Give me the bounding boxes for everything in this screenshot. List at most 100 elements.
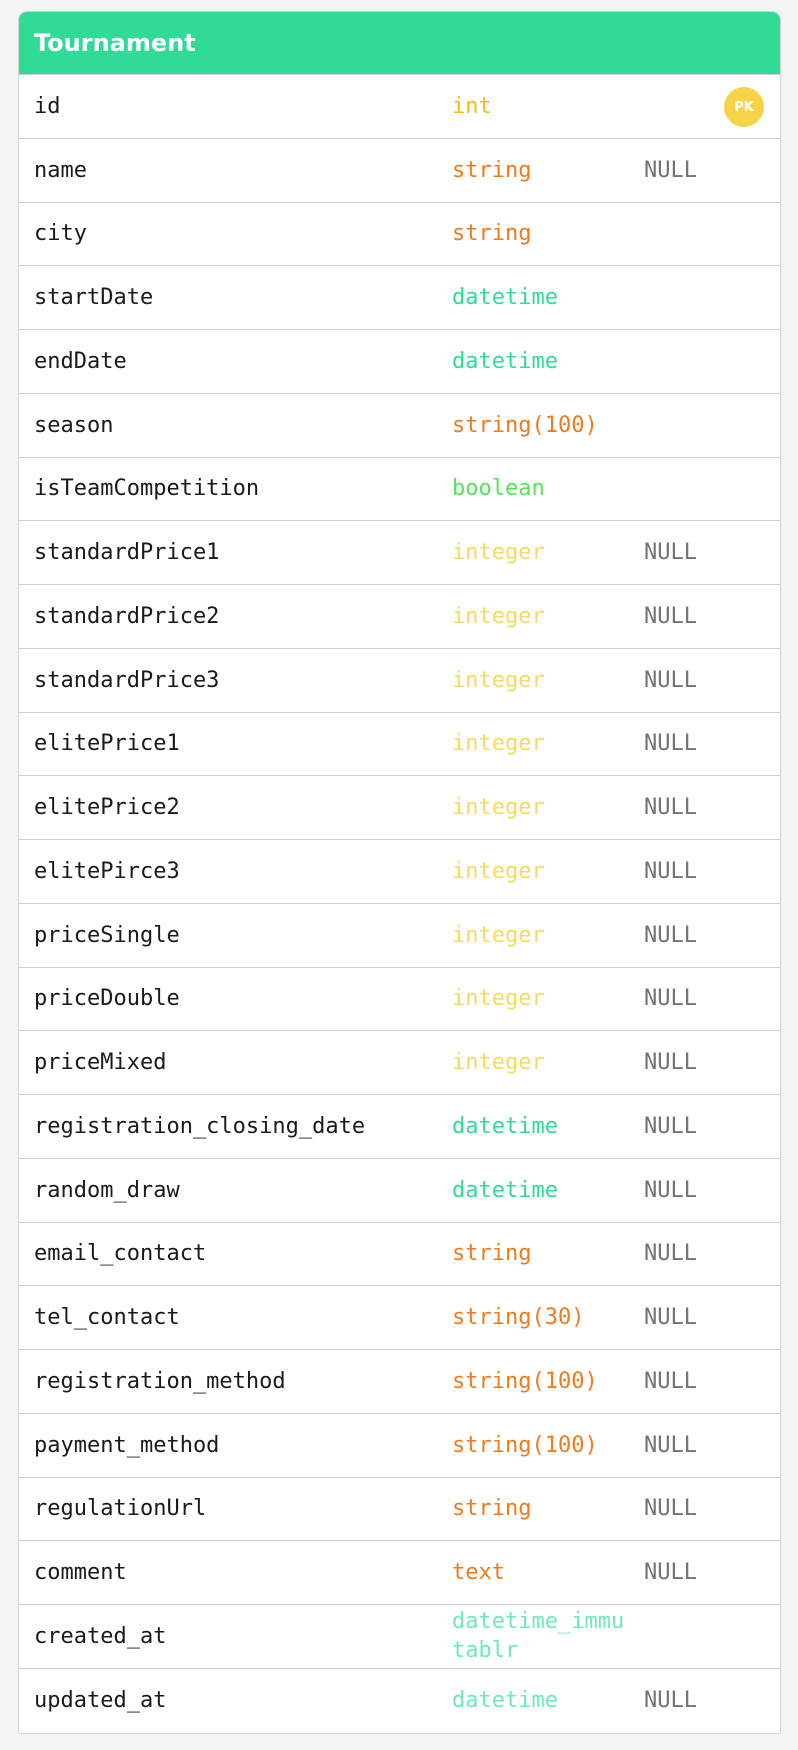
nullable-label: NULL	[644, 986, 697, 1012]
field-name: standardPrice1	[34, 540, 220, 566]
table-title: Tournament	[34, 29, 196, 57]
field-row-tel-contact[interactable]: tel_contact string(30) NULL	[19, 1286, 780, 1350]
field-row-eliteprice2[interactable]: elitePrice2 integer NULL	[19, 776, 780, 840]
field-type: string	[452, 1241, 532, 1267]
tournament-table: Tournament id int PK name string NULL city stri…	[18, 11, 781, 1734]
field-name: elitePirce3	[34, 858, 180, 884]
field-type: integer	[452, 540, 545, 566]
field-name: tel_contact	[34, 1305, 180, 1331]
field-name: elitePrice1	[34, 731, 180, 757]
field-row-startdate[interactable]: startDate datetime	[19, 266, 780, 330]
field-type: text	[452, 1560, 505, 1586]
field-name: city	[34, 221, 87, 247]
field-row-pricedouble[interactable]: priceDouble integer NULL	[19, 968, 780, 1032]
nullable-label: NULL	[644, 795, 697, 821]
nullable-label: NULL	[644, 1496, 697, 1522]
field-name: isTeamCompetition	[34, 476, 260, 502]
field-type: string	[452, 157, 532, 183]
field-row-season[interactable]: season string(100)	[19, 394, 780, 458]
field-name: created_at	[34, 1623, 167, 1649]
field-type: int	[452, 93, 492, 119]
field-row-registration-closing-date[interactable]: registration_closing_date datetime NULL	[19, 1095, 780, 1159]
field-row-id[interactable]: id int PK	[19, 75, 780, 139]
field-type: string(100)	[452, 1432, 598, 1458]
field-name: email_contact	[34, 1241, 207, 1267]
field-row-name[interactable]: name string NULL	[19, 139, 780, 203]
field-type: integer	[452, 667, 545, 693]
field-row-email-contact[interactable]: email_contact string NULL	[19, 1223, 780, 1287]
field-name: comment	[34, 1560, 127, 1586]
field-type: string(100)	[452, 1368, 598, 1394]
nullable-label: NULL	[644, 858, 697, 884]
nullable-label: NULL	[644, 1050, 697, 1076]
field-name: payment_method	[34, 1432, 220, 1458]
field-row-enddate[interactable]: endDate datetime	[19, 330, 780, 394]
field-name: updated_at	[34, 1688, 167, 1714]
field-name: startDate	[34, 285, 154, 311]
field-row-regulationurl[interactable]: regulationUrl string NULL	[19, 1478, 780, 1542]
field-row-standardprice1[interactable]: standardPrice1 integer NULL	[19, 521, 780, 585]
field-row-isteamcompetition[interactable]: isTeamCompetition boolean	[19, 458, 780, 522]
field-type: integer	[452, 1050, 545, 1076]
field-name: priceDouble	[34, 986, 180, 1012]
field-type: datetime_immutablr	[452, 1609, 625, 1664]
field-type: string(30)	[452, 1305, 585, 1331]
field-name: standardPrice2	[34, 603, 220, 629]
field-name: season	[34, 412, 114, 438]
field-row-elitepirce3[interactable]: elitePirce3 integer NULL	[19, 840, 780, 904]
nullable-label: NULL	[644, 1241, 697, 1267]
field-row-city[interactable]: city string	[19, 203, 780, 267]
nullable-label: NULL	[644, 1113, 697, 1139]
field-name: endDate	[34, 348, 127, 374]
field-type: datetime	[452, 348, 558, 374]
field-type: integer	[452, 922, 545, 948]
field-type: integer	[452, 795, 545, 821]
field-type: datetime	[452, 285, 558, 311]
field-type: integer	[452, 986, 545, 1012]
field-row-created-at[interactable]: created_at datetime_immutablr	[19, 1605, 780, 1669]
field-name: standardPrice3	[34, 667, 220, 693]
field-row-pricemixed[interactable]: priceMixed integer NULL	[19, 1031, 780, 1095]
field-type: integer	[452, 858, 545, 884]
field-name: elitePrice2	[34, 795, 180, 821]
nullable-label: NULL	[644, 1177, 697, 1203]
field-type: datetime	[452, 1688, 558, 1714]
field-name: random_draw	[34, 1177, 180, 1203]
nullable-label: NULL	[644, 157, 697, 183]
field-name: id	[34, 93, 61, 119]
field-name: regulationUrl	[34, 1496, 207, 1522]
field-row-standardprice2[interactable]: standardPrice2 integer NULL	[19, 585, 780, 649]
nullable-label: NULL	[644, 1305, 697, 1331]
field-name: registration_method	[34, 1368, 286, 1394]
table-header[interactable]: Tournament	[19, 12, 780, 75]
field-type: string(100)	[452, 412, 598, 438]
nullable-label: NULL	[644, 922, 697, 948]
field-name: name	[34, 157, 87, 183]
nullable-label: NULL	[644, 667, 697, 693]
nullable-label: NULL	[644, 540, 697, 566]
field-row-standardprice3[interactable]: standardPrice3 integer NULL	[19, 649, 780, 713]
field-name: priceMixed	[34, 1050, 167, 1076]
field-name: priceSingle	[34, 922, 180, 948]
field-type: datetime	[452, 1177, 558, 1203]
primary-key-badge: PK	[724, 87, 764, 127]
field-row-random-draw[interactable]: random_draw datetime NULL	[19, 1159, 780, 1223]
field-type: datetime	[452, 1113, 558, 1139]
nullable-label: NULL	[644, 1560, 697, 1586]
field-row-eliteprice1[interactable]: elitePrice1 integer NULL	[19, 713, 780, 777]
nullable-label: NULL	[644, 1688, 697, 1714]
field-row-comment[interactable]: comment text NULL	[19, 1541, 780, 1605]
nullable-label: NULL	[644, 1368, 697, 1394]
field-name: registration_closing_date	[34, 1113, 366, 1139]
nullable-label: NULL	[644, 1432, 697, 1458]
field-row-updated-at[interactable]: updated_at datetime NULL	[19, 1669, 780, 1733]
field-type: string	[452, 1496, 532, 1522]
field-type: string	[452, 221, 532, 247]
nullable-label: NULL	[644, 731, 697, 757]
field-row-registration-method[interactable]: registration_method string(100) NULL	[19, 1350, 780, 1414]
field-type: integer	[452, 603, 545, 629]
field-row-pricesingle[interactable]: priceSingle integer NULL	[19, 904, 780, 968]
field-row-payment-method[interactable]: payment_method string(100) NULL	[19, 1414, 780, 1478]
field-type: boolean	[452, 476, 545, 502]
field-list: id int PK name string NULL city string startDate…	[19, 75, 780, 1733]
